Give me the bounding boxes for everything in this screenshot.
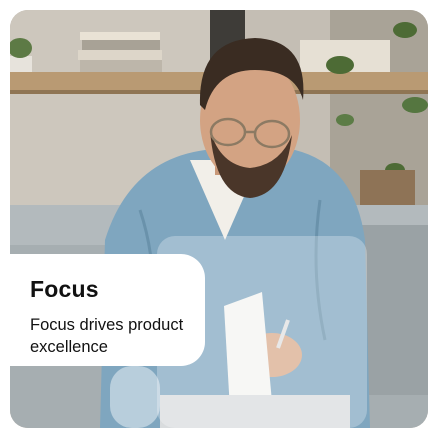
caption-description: Focus drives product excellence — [30, 316, 184, 356]
caption-title: Focus — [30, 276, 99, 302]
caption-panel: Focus Focus drives product excellence — [10, 254, 205, 366]
feature-card: Focus Focus drives product excellence — [10, 10, 428, 428]
